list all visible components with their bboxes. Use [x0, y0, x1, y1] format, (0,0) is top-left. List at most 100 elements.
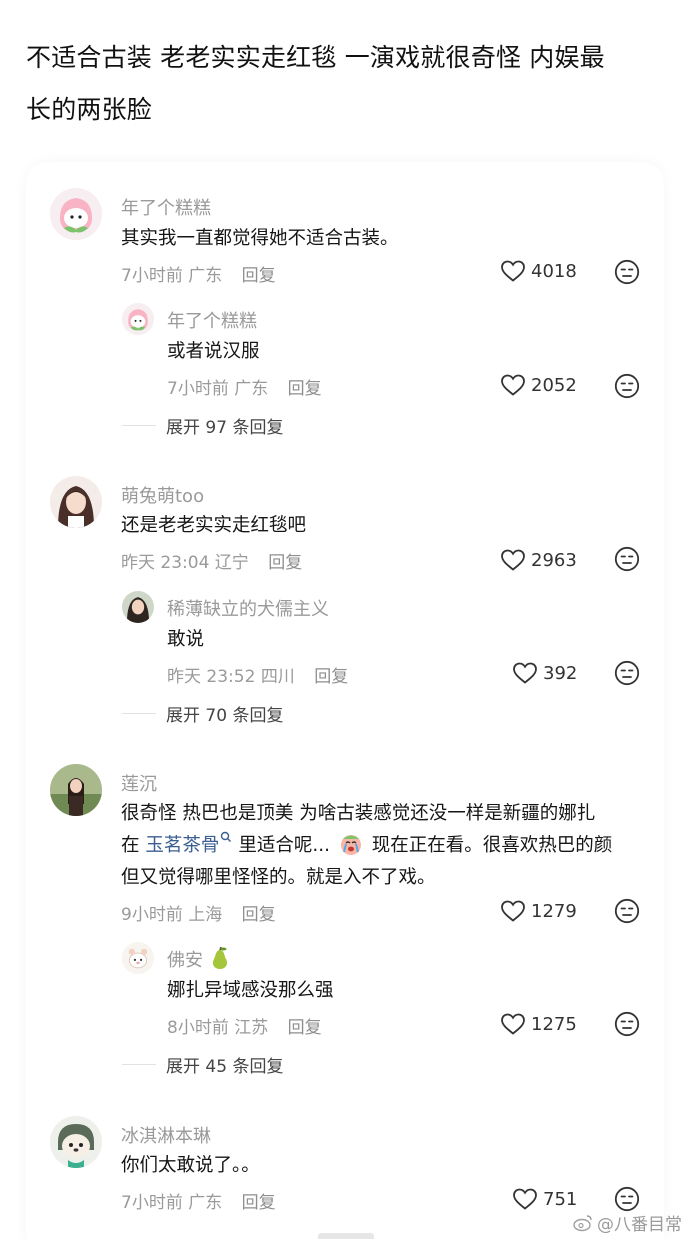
girl-portrait-avatar-icon [122, 591, 154, 623]
expand-replies-label: 展开 97 条回复 [166, 418, 284, 438]
reply-username-text: 佛安 [167, 950, 203, 971]
like-count: 2963 [531, 549, 577, 571]
reply-avatar[interactable] [122, 942, 154, 974]
reply-location: 四川 [260, 667, 295, 687]
reply-button[interactable]: 回复 [268, 553, 302, 573]
watermark: @八番目常 [573, 1210, 682, 1235]
like-button[interactable]: 751 [512, 1187, 577, 1211]
comment-username[interactable]: 萌兔萌too [121, 482, 204, 508]
like-count: 2052 [531, 374, 577, 396]
expand-replies-button[interactable]: 展开 70 条回复 [122, 701, 283, 726]
dislike-face-icon[interactable] [614, 259, 640, 285]
comment-text-line: 但又觉得哪里怪怪的。就是入不了戏。 [121, 867, 436, 888]
comment-text-line: 很奇怪 热巴也是顶美 为啥古装感觉还没一样是新疆的娜扎 [121, 803, 596, 824]
reply-text: 或者说汉服 [167, 341, 260, 362]
comment-location: 辽宁 [214, 553, 249, 573]
like-count: 751 [543, 1188, 578, 1210]
comment-text-fragment: 在 [121, 835, 140, 856]
heart-icon [501, 1013, 525, 1035]
girl-portrait-avatar-icon [50, 476, 102, 528]
reply-username[interactable]: 稀薄缺立的犬儒主义 [167, 595, 329, 621]
divider [122, 713, 156, 714]
weibo-logo-icon [573, 1214, 592, 1231]
comment-username[interactable]: 年了个糕糕 [121, 194, 211, 220]
comment-text-fragment: 现在正在看。很喜欢热巴的颜 [371, 835, 613, 856]
dislike-face-icon[interactable] [614, 660, 640, 686]
reply-meta: 8小时前 江苏 回复 [167, 1013, 322, 1038]
reply-meta: 7小时前 广东 回复 [167, 374, 322, 399]
comment-text: 你们太敢说了。。 [121, 1155, 260, 1176]
post-title-line-2: 长的两张脸 [26, 95, 153, 124]
like-count: 4018 [531, 260, 577, 282]
search-link[interactable]: 玉茗茶骨 [145, 831, 238, 856]
expand-replies-label: 展开 70 条回复 [166, 706, 284, 726]
search-link-icon [221, 831, 232, 842]
page: 不适合古装 老老实实走红毯 一演戏就很奇怪 内娱最 长的两张脸 年了个糕糕 其实… [0, 0, 690, 1239]
crying-emoji-icon [340, 835, 361, 855]
bottom-handle [318, 1233, 374, 1239]
reply-time: 7小时前 [167, 379, 229, 399]
reply-text: 娜扎异域感没那么强 [167, 980, 334, 1001]
expand-replies-label: 展开 45 条回复 [166, 1057, 284, 1077]
avatar[interactable] [50, 188, 102, 240]
like-button[interactable]: 4018 [500, 259, 577, 283]
like-button[interactable]: 1279 [500, 899, 577, 923]
reply-location: 广东 [234, 379, 269, 399]
reply-time: 8小时前 [167, 1018, 229, 1038]
like-button[interactable]: 2052 [500, 373, 577, 397]
dislike-face-icon[interactable] [614, 546, 640, 572]
divider [122, 425, 156, 426]
reply-button[interactable]: 回复 [242, 905, 276, 925]
pear-emoji-icon [212, 946, 227, 969]
comment-text-fragment: 里适合呢... [238, 835, 330, 856]
reply-text: 敢说 [167, 629, 205, 650]
reply-username[interactable]: 佛安 [167, 946, 231, 972]
comment-text: 其实我一直都觉得她不适合古装。 [121, 228, 399, 249]
comment-username[interactable]: 冰淇淋本琳 [121, 1122, 211, 1148]
like-button[interactable]: 1275 [500, 1012, 577, 1036]
reply-button[interactable]: 回复 [242, 1193, 276, 1213]
reply-avatar[interactable] [122, 303, 154, 335]
post-title-line-1: 不适合古装 老老实实走红毯 一演戏就很奇怪 内娱最 [26, 43, 605, 72]
like-button[interactable]: 2963 [500, 548, 577, 572]
comment-time: 昨天 23:04 [121, 553, 210, 573]
girl-outdoor-avatar-icon [50, 764, 102, 816]
like-count: 392 [543, 662, 578, 684]
avatar[interactable] [50, 764, 102, 816]
expand-replies-button[interactable]: 展开 45 条回复 [122, 1052, 283, 1077]
reply-button[interactable]: 回复 [288, 379, 322, 399]
dislike-face-icon[interactable] [614, 1186, 640, 1212]
watermark-text: @八番目常 [597, 1215, 682, 1235]
divider [122, 1064, 156, 1065]
dislike-face-icon[interactable] [614, 373, 640, 399]
comment-time: 7小时前 [121, 266, 183, 286]
reply-button[interactable]: 回复 [288, 1018, 322, 1038]
comment-meta: 9小时前 上海 回复 [121, 900, 276, 925]
avatar[interactable] [50, 1116, 102, 1168]
comment-time: 7小时前 [121, 1193, 183, 1213]
like-button[interactable]: 392 [512, 661, 577, 685]
comment-time: 9小时前 [121, 905, 183, 925]
avatar[interactable] [50, 476, 102, 528]
search-link-label: 玉茗茶骨 [145, 835, 220, 856]
reply-time: 昨天 23:52 [167, 667, 256, 687]
reply-button[interactable]: 回复 [242, 266, 276, 286]
expand-replies-button[interactable]: 展开 97 条回复 [122, 413, 283, 438]
comment-username[interactable]: 莲沉 [121, 770, 157, 796]
heart-icon [513, 1188, 537, 1210]
heart-icon [501, 260, 525, 282]
comment-meta: 7小时前 广东 回复 [121, 1188, 276, 1213]
reply-avatar[interactable] [122, 591, 154, 623]
comment-location: 广东 [188, 1193, 223, 1213]
reply-location: 江苏 [234, 1018, 269, 1038]
comment-text-line: 在 玉茗茶骨 里适合呢... 现在正在看。很喜欢热巴的颜 [121, 829, 612, 863]
dislike-face-icon[interactable] [614, 898, 640, 924]
reply-meta: 昨天 23:52 四川 回复 [167, 662, 348, 687]
dislike-face-icon[interactable] [614, 1011, 640, 1037]
reply-button[interactable]: 回复 [314, 667, 348, 687]
comment-meta: 昨天 23:04 辽宁 回复 [121, 548, 302, 573]
reply-username[interactable]: 年了个糕糕 [167, 307, 257, 333]
post-title: 不适合古装 老老实实走红毯 一演戏就很奇怪 内娱最 长的两张脸 [26, 32, 676, 136]
plush-toy-avatar-icon [50, 1116, 102, 1168]
heart-icon [501, 374, 525, 396]
